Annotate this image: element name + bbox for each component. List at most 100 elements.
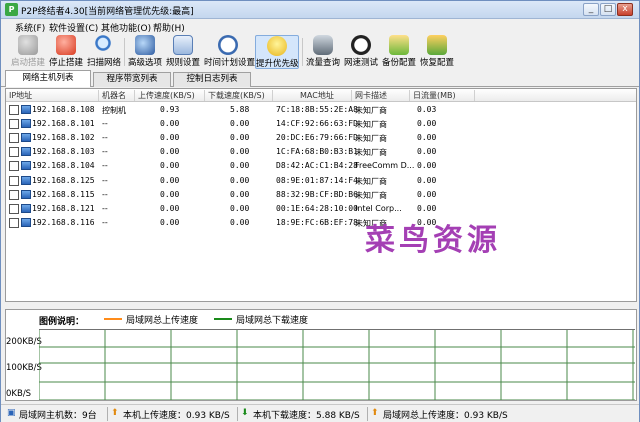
cell-machine-name: -- — [102, 147, 108, 157]
cell-machine-name: -- — [102, 203, 108, 213]
column-divider[interactable] — [134, 90, 135, 101]
cell-mac: 88:32:9B:CF:BD:B6 — [276, 189, 358, 199]
y-axis-label: 100KB/S — [6, 363, 42, 373]
speed-test-icon — [351, 35, 371, 55]
cell-nic: 未知厂商 — [355, 120, 387, 130]
table-row[interactable]: 192.168.8.104 -- 0.00 0.00 D8:42:AC:C1:B4:28… — [6, 159, 636, 173]
row-checkbox[interactable] — [9, 175, 19, 186]
cell-nic: FreeComm D... — [355, 161, 415, 171]
tab-control-log[interactable]: 控制日志列表 — [173, 72, 251, 87]
cell-nic: 未知厂商 — [355, 148, 387, 158]
stop-icon — [56, 35, 76, 55]
traffic-query-icon — [313, 35, 333, 55]
computer-icon — [21, 203, 31, 213]
cell-mac: 18:9E:FC:6B:EF:78 — [276, 217, 358, 227]
table-row[interactable]: 192.168.8.121 -- 0.00 0.00 00:1E:64:28:10:00… — [6, 202, 636, 216]
status-separator — [237, 407, 238, 421]
host-list: IP地址 机器名 上传速度(KB/S) 下载速度(KB/S) MAC地址 网卡描… — [5, 88, 637, 302]
table-row[interactable]: 192.168.8.101 -- 0.00 0.00 14:CF:92:66:63:FD… — [6, 117, 636, 131]
cell-upload: 0.00 — [160, 119, 180, 129]
row-checkbox[interactable] — [9, 119, 19, 130]
cell-ip: 192.168.8.121 — [32, 203, 95, 213]
tab-host-list[interactable]: 网络主机列表 — [5, 70, 91, 87]
cell-daily-flow: 0.00 — [417, 133, 437, 143]
cell-ip: 192.168.8.115 — [32, 189, 95, 199]
menu-other-functions[interactable]: 其他功能(O) — [101, 21, 151, 34]
row-checkbox[interactable] — [9, 189, 19, 200]
computer-icon — [21, 161, 31, 171]
column-divider[interactable] — [98, 90, 99, 101]
table-row[interactable]: 192.168.8.125 -- 0.00 0.00 08:9E:01:87:14:F4… — [6, 174, 636, 188]
column-divider[interactable] — [474, 90, 475, 101]
cell-nic: 未知厂商 — [355, 190, 387, 200]
cell-daily-flow: 0.00 — [417, 147, 437, 157]
row-checkbox[interactable] — [9, 133, 19, 144]
row-checkbox[interactable] — [9, 105, 19, 115]
schedule-icon — [218, 35, 238, 55]
menu-bar: 系统(F) 软件设置(C) 其他功能(O) 帮助(H) — [1, 19, 639, 34]
cell-upload: 0.00 — [160, 133, 180, 143]
schedule-settings-button[interactable]: 时间计划设置 — [204, 35, 255, 69]
cell-upload: 0.00 — [160, 203, 180, 213]
column-divider[interactable] — [409, 90, 410, 101]
cell-nic: 未知厂商 — [355, 134, 387, 144]
restore-config-button[interactable]: 恢复配置 — [419, 35, 455, 69]
advanced-options-button[interactable]: 高级选项 — [127, 35, 163, 69]
cell-download: 0.00 — [230, 175, 250, 185]
cell-download: 0.00 — [230, 133, 250, 143]
list-header: IP地址 机器名 上传速度(KB/S) 下载速度(KB/S) MAC地址 网卡描… — [6, 89, 636, 102]
cell-upload: 0.00 — [160, 147, 180, 157]
column-divider[interactable] — [272, 90, 273, 101]
status-host-count: 局域网主机数：9台 — [19, 411, 97, 421]
rules-settings-button[interactable]: 规则设置 — [166, 35, 200, 69]
download-arrow-icon: ⬇ — [241, 408, 249, 418]
computer-icon — [21, 105, 31, 114]
menu-software-settings[interactable]: 软件设置(C) — [49, 21, 98, 34]
header-ip[interactable]: IP地址 — [9, 90, 32, 101]
table-row[interactable]: 192.168.8.115 -- 0.00 0.00 88:32:9B:CF:BD:B6… — [6, 188, 636, 202]
legend-upload-label: 局域网总上传速度 — [126, 316, 199, 326]
table-row[interactable]: 192.168.8.103 -- 0.00 0.00 1C:FA:68:B0:B3:B1… — [6, 145, 636, 159]
table-row[interactable]: 192.168.8.116 -- 0.00 0.00 18:9E:FC:6B:EF:78… — [6, 216, 636, 230]
cell-machine-name: 控制机 — [102, 106, 126, 115]
menu-help[interactable]: 帮助(H) — [153, 21, 185, 34]
header-nic-desc[interactable]: 网卡描述 — [355, 90, 387, 101]
header-daily-flow[interactable]: 日流量(MB) — [413, 90, 456, 101]
header-upload-speed[interactable]: 上传速度(KB/S) — [138, 90, 195, 101]
cell-ip: 192.168.8.125 — [32, 175, 95, 185]
menu-system[interactable]: 系统(F) — [15, 21, 45, 34]
row-checkbox[interactable] — [9, 203, 19, 214]
close-button[interactable]: x — [617, 3, 633, 16]
minimize-button[interactable]: _ — [583, 3, 599, 16]
legend-download-label: 局域网总下载速度 — [236, 316, 309, 326]
cell-mac: D8:42:AC:C1:B4:28 — [276, 161, 358, 171]
maximize-button[interactable]: □ — [600, 3, 616, 16]
row-checkbox[interactable] — [9, 147, 19, 158]
cell-machine-name: -- — [102, 189, 108, 199]
column-divider[interactable] — [204, 90, 205, 101]
scan-network-button[interactable]: 扫描网络 — [87, 35, 121, 69]
table-row[interactable]: 192.168.8.102 -- 0.00 0.00 20:DC:E6:79:66:FD… — [6, 131, 636, 145]
computer-icon — [21, 133, 31, 143]
traffic-query-button[interactable]: 流量查询 — [305, 35, 341, 69]
stop-button[interactable]: 停止搭建 — [49, 35, 83, 69]
header-download-speed[interactable]: 下载速度(KB/S) — [208, 90, 265, 101]
restore-icon — [427, 35, 447, 55]
computer-icon — [21, 147, 31, 157]
speed-graph — [39, 329, 635, 400]
raise-priority-button[interactable]: 提升优先级 — [255, 35, 299, 69]
backup-config-button[interactable]: 备份配置 — [381, 35, 417, 69]
cell-nic: 未知厂商 — [355, 106, 387, 115]
start-button[interactable]: 启动搭建 — [11, 35, 45, 69]
row-checkbox[interactable] — [9, 217, 19, 228]
header-machine-name[interactable]: 机器名 — [102, 90, 126, 101]
row-checkbox[interactable] — [9, 161, 19, 172]
tab-program-bandwidth[interactable]: 程序带宽列表 — [93, 72, 171, 87]
toolbar: 启动搭建 停止搭建 扫描网络 高级选项 规则设置 时间计划设置 提升优先级 流量… — [1, 34, 639, 70]
tab-strip: 网络主机列表 程序带宽列表 控制日志列表 — [1, 70, 639, 87]
table-row[interactable]: 192.168.8.108 控制机 0.93 5.88 7C:18:8B:55:2E:A… — [6, 103, 636, 117]
header-mac[interactable]: MAC地址 — [300, 90, 334, 101]
column-divider[interactable] — [351, 90, 352, 101]
cell-download: 0.00 — [230, 203, 250, 213]
speed-test-button[interactable]: 网速测试 — [343, 35, 379, 69]
